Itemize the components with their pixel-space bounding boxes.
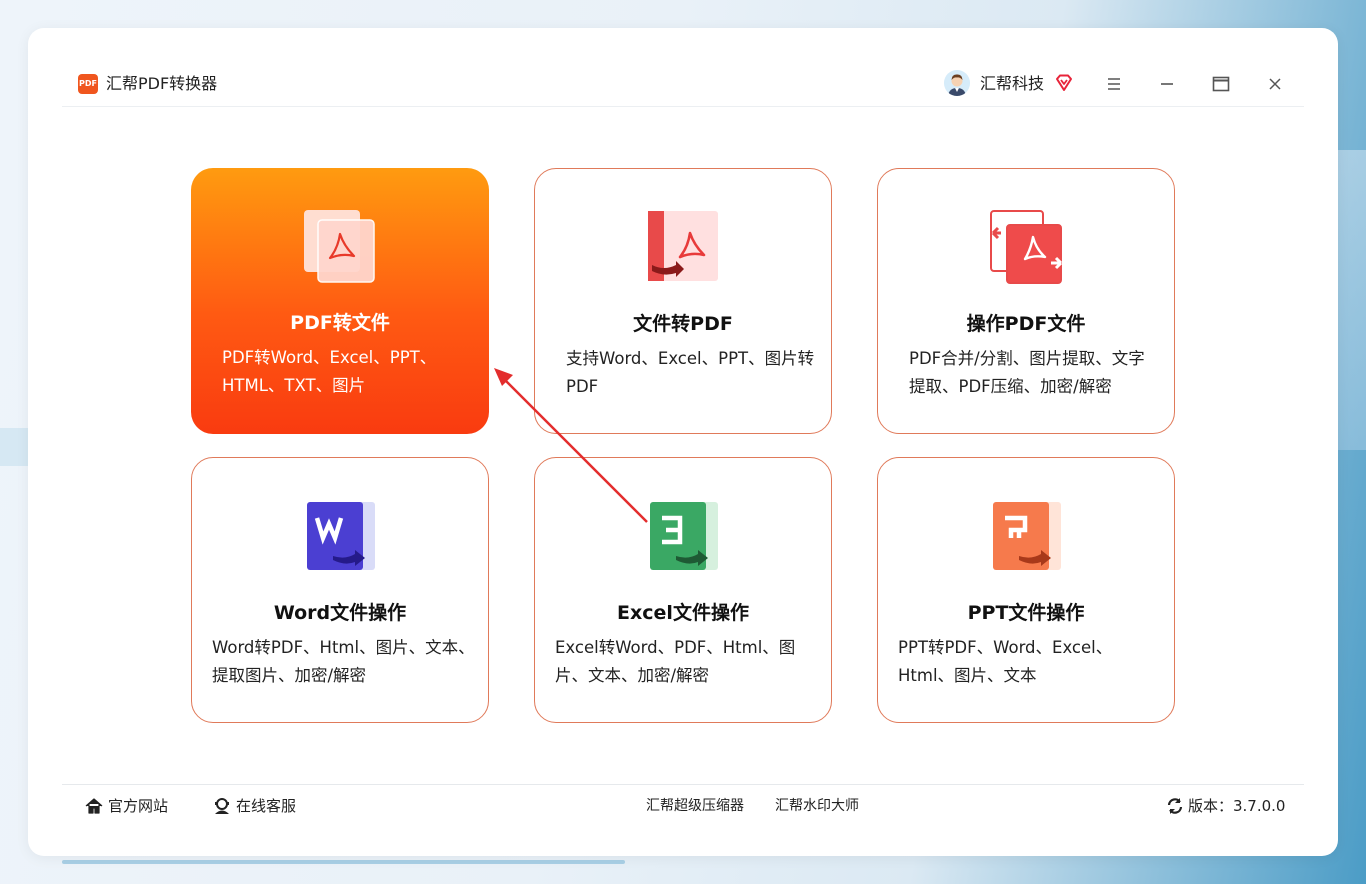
hamburger-icon	[1108, 78, 1120, 90]
user-name[interactable]: 汇帮科技	[980, 74, 1044, 94]
watermark-link[interactable]: 汇帮水印大师	[775, 796, 859, 816]
card-title: PPT文件操作	[967, 602, 1085, 624]
card-operate-pdf[interactable]: 操作PDF文件 PDF合并/分割、图片提取、文字提取、PDF压缩、加密/解密	[877, 168, 1175, 434]
compressor-label: 汇帮超级压缩器	[646, 798, 744, 814]
card-title: 操作PDF文件	[966, 313, 1086, 335]
card-title: PDF转文件	[290, 312, 390, 334]
menu-button[interactable]	[1102, 72, 1126, 96]
close-icon	[1269, 78, 1281, 90]
maximize-icon	[1212, 76, 1230, 92]
app-window: PDF 汇帮PDF转换器 汇帮科技 PDF转文件 PDF转Word、Excel、…	[28, 28, 1338, 856]
compressor-link[interactable]: 汇帮超级压缩器	[646, 796, 744, 816]
online-support-link[interactable]: 在线客服	[212, 796, 296, 816]
excel-icon	[646, 498, 722, 574]
home-icon	[85, 798, 103, 814]
card-description: PDF合并/分割、图片提取、文字提取、PDF压缩、加密/解密	[909, 349, 1145, 396]
card-ppt-operations[interactable]: PPT文件操作 PPT转PDF、Word、Excel、Html、图片、文本	[877, 457, 1175, 723]
app-logo-icon: PDF	[78, 74, 98, 94]
version-label: 版本：3.7.0.0	[1188, 797, 1286, 815]
pdf-to-file-icon	[302, 208, 378, 284]
watermark-label: 汇帮水印大师	[775, 798, 859, 814]
avatar-icon	[944, 70, 970, 96]
footer-bar: 官方网站 在线客服 汇帮超级压缩器 汇帮水印大师 版本：3.7.0.0	[62, 784, 1304, 827]
close-button[interactable]	[1263, 72, 1287, 96]
card-title: Excel文件操作	[617, 602, 749, 624]
minimize-button[interactable]	[1155, 72, 1179, 96]
vip-diamond-icon[interactable]	[1054, 73, 1074, 93]
maximize-button[interactable]	[1209, 72, 1233, 96]
window-content: PDF 汇帮PDF转换器 汇帮科技 PDF转文件 PDF转Word、Excel、…	[62, 62, 1304, 826]
card-description: Word转PDF、Html、图片、文本、提取图片、加密/解密	[212, 638, 475, 685]
card-excel-operations[interactable]: Excel文件操作 Excel转Word、PDF、Html、图片、文本、加密/解…	[534, 457, 832, 723]
support-agent-icon	[215, 798, 229, 814]
ppt-icon	[989, 498, 1065, 574]
card-title: 文件转PDF	[633, 313, 733, 335]
card-description: PDF转Word、Excel、PPT、HTML、TXT、图片	[222, 348, 437, 395]
card-description: 支持Word、Excel、PPT、图片转PDF	[566, 349, 815, 396]
official-website-link[interactable]: 官方网站	[84, 796, 168, 816]
word-icon	[303, 498, 379, 574]
file-to-pdf-icon	[646, 209, 722, 285]
card-file-to-pdf[interactable]: 文件转PDF 支持Word、Excel、PPT、图片转PDF	[534, 168, 832, 434]
title-bar: PDF 汇帮PDF转换器 汇帮科技	[62, 62, 1304, 107]
card-word-operations[interactable]: Word文件操作 Word转PDF、Html、图片、文本、提取图片、加密/解密	[191, 457, 489, 723]
background-progress-bar	[62, 860, 625, 864]
card-description: PPT转PDF、Word、Excel、Html、图片、文本	[898, 638, 1113, 685]
card-title: Word文件操作	[273, 602, 407, 624]
online-support-label: 在线客服	[236, 797, 297, 815]
app-title: 汇帮PDF转换器	[106, 74, 218, 93]
card-description: Excel转Word、PDF、Html、图片、文本、加密/解密	[555, 638, 796, 685]
operate-pdf-icon	[989, 209, 1065, 285]
user-avatar[interactable]	[944, 70, 970, 96]
minimize-icon	[1161, 83, 1173, 85]
refresh-icon	[1167, 798, 1183, 814]
official-website-label: 官方网站	[108, 797, 169, 815]
version-info[interactable]: 版本：3.7.0.0	[1166, 796, 1285, 816]
card-pdf-to-file[interactable]: PDF转文件 PDF转Word、Excel、PPT、HTML、TXT、图片	[191, 168, 489, 434]
